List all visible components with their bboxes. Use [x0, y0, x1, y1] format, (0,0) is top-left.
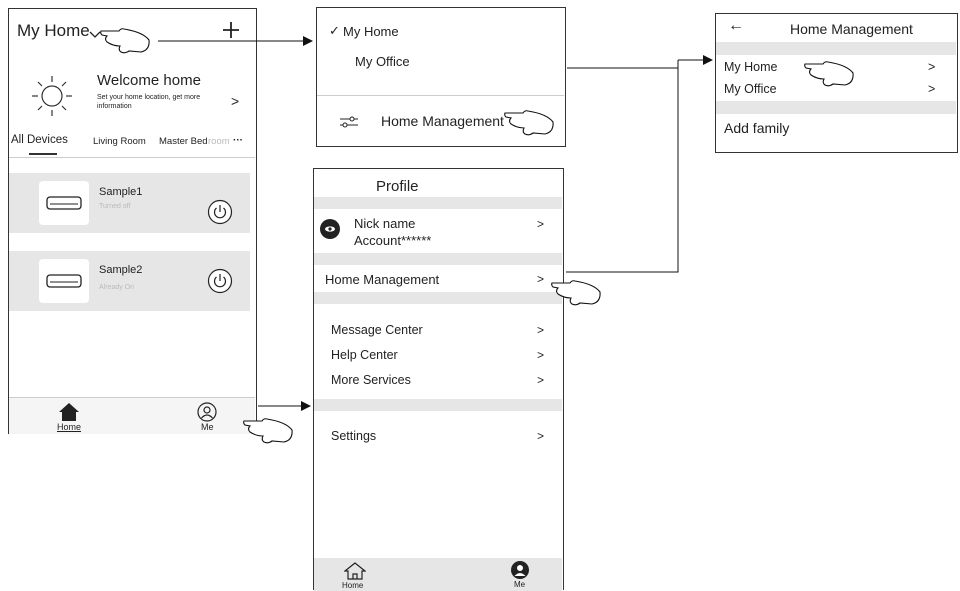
home-dropdown: ✓ My Home My Office Home Management: [316, 7, 566, 147]
welcome-arrow[interactable]: >: [231, 93, 239, 109]
menu-arrow[interactable]: >: [537, 323, 544, 337]
dropdown-home-management[interactable]: Home Management: [381, 113, 504, 129]
tab-master-bed[interactable]: Master Bed: [159, 136, 208, 147]
nav-home-label[interactable]: Home: [57, 422, 81, 432]
home-row-label[interactable]: My Home: [724, 60, 777, 74]
home-outline-icon[interactable]: [344, 562, 366, 580]
office-row-arrow[interactable]: >: [928, 82, 935, 96]
page-title: Profile: [376, 178, 419, 195]
ac-unit-icon: [46, 196, 82, 210]
menu-arrow[interactable]: >: [537, 429, 544, 443]
profile-screen: Profile Nick name Account****** > Home M…: [313, 168, 564, 591]
section-spacer: [314, 292, 562, 304]
welcome-subtitle: Set your home location, get more informa…: [97, 94, 201, 110]
user-filled-icon[interactable]: [511, 561, 529, 579]
section-spacer: [716, 42, 956, 55]
device-name: Sample1: [99, 186, 143, 198]
bottom-nav: Home Me: [9, 397, 255, 434]
home-screen: My Home Welcome home Set your home locat…: [8, 8, 257, 434]
tab-living-room[interactable]: Living Room: [93, 136, 146, 147]
power-icon[interactable]: [207, 199, 233, 225]
device-card-1[interactable]: Sample1 Turned off: [9, 173, 250, 233]
tab-divider: [9, 157, 255, 158]
menu-arrow[interactable]: >: [537, 348, 544, 362]
section-spacer: [314, 399, 562, 411]
menu-message-center[interactable]: Message Center: [331, 323, 423, 337]
avatar: [320, 219, 340, 239]
home-management-screen: ← Home Management My Home > My Office > …: [715, 13, 958, 153]
dropdown-item-my-office[interactable]: My Office: [355, 54, 410, 69]
ac-unit-icon: [46, 274, 82, 288]
connector-arrow: [566, 60, 712, 273]
dropdown-item-my-home[interactable]: My Home: [343, 24, 399, 39]
menu-settings[interactable]: Settings: [331, 429, 376, 443]
device-status: Turned off: [99, 203, 131, 210]
home-icon[interactable]: [58, 402, 80, 422]
menu-help-center[interactable]: Help Center: [331, 348, 398, 362]
menu-more-services[interactable]: More Services: [331, 373, 411, 387]
profile-arrow[interactable]: >: [537, 217, 544, 231]
tab-all-devices[interactable]: All Devices: [11, 134, 68, 146]
page-title: Home Management: [790, 21, 913, 37]
power-icon[interactable]: [207, 268, 233, 294]
nav-home-label[interactable]: Home: [342, 581, 363, 590]
nav-me-label[interactable]: Me: [514, 580, 525, 589]
menu-arrow[interactable]: >: [537, 373, 544, 387]
home-title[interactable]: My Home: [17, 21, 90, 41]
office-row-label[interactable]: My Office: [724, 82, 777, 96]
section-spacer: [314, 253, 562, 265]
chevron-down-icon[interactable]: [89, 31, 101, 39]
tab-room-faded[interactable]: room: [208, 136, 230, 147]
check-icon: ✓: [329, 23, 340, 38]
add-family-button[interactable]: Add family: [724, 120, 789, 136]
bottom-nav: Home Me: [314, 558, 562, 591]
nav-me-label[interactable]: Me: [201, 422, 214, 432]
menu-home-management[interactable]: Home Management: [325, 272, 439, 287]
device-status: Already On: [99, 284, 135, 291]
home-row-arrow[interactable]: >: [928, 60, 935, 74]
account-name: Account******: [354, 233, 432, 248]
sun-icon: [32, 76, 72, 116]
device-name: Sample2: [99, 264, 143, 276]
plus-icon[interactable]: [222, 21, 240, 39]
dropdown-divider: [317, 95, 564, 96]
menu-arrow[interactable]: >: [537, 272, 544, 286]
user-icon[interactable]: [197, 402, 217, 422]
welcome-title: Welcome home: [97, 72, 201, 89]
back-arrow-icon[interactable]: ←: [728, 17, 744, 35]
more-tabs-icon[interactable]: ···: [233, 135, 243, 146]
sliders-icon: [340, 116, 358, 128]
section-spacer: [314, 197, 562, 209]
section-spacer: [716, 101, 956, 114]
device-card-2[interactable]: Sample2 Already On: [9, 251, 250, 311]
nick-name: Nick name: [354, 216, 416, 231]
tab-underline: [29, 153, 57, 155]
